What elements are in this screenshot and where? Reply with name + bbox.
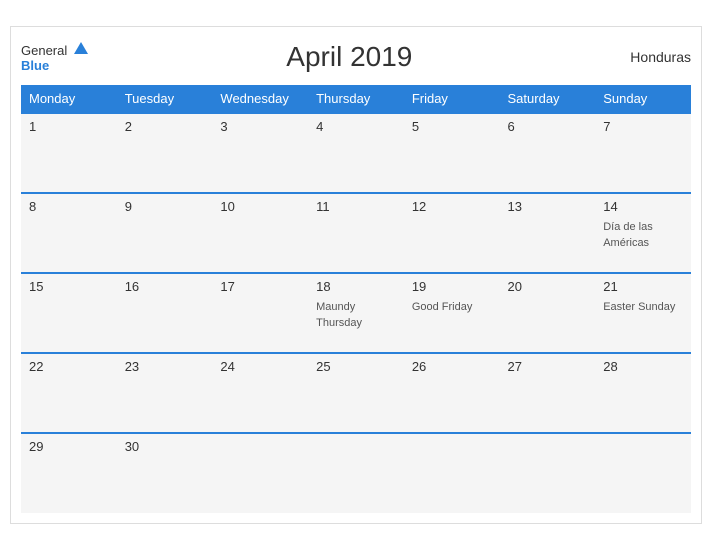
day-cell (404, 433, 500, 513)
day-number: 19 (412, 279, 492, 294)
day-cell: 22 (21, 353, 117, 433)
calendar-country: Honduras (611, 49, 691, 65)
day-number: 27 (508, 359, 588, 374)
day-cell: 15 (21, 273, 117, 353)
header-monday: Monday (21, 85, 117, 113)
day-cell: 4 (308, 113, 404, 193)
day-cell (500, 433, 596, 513)
logo-triangle-icon (74, 42, 88, 54)
day-number: 16 (125, 279, 205, 294)
day-cell: 30 (117, 433, 213, 513)
header-friday: Friday (404, 85, 500, 113)
day-number: 23 (125, 359, 205, 374)
calendar-wrapper: General Blue April 2019 Honduras Monday … (10, 26, 702, 524)
week-row-5: 29 30 (21, 433, 691, 513)
day-cell: 5 (404, 113, 500, 193)
header-tuesday: Tuesday (117, 85, 213, 113)
header-sunday: Sunday (595, 85, 691, 113)
day-number: 10 (220, 199, 300, 214)
day-cell: 21 Easter Sunday (595, 273, 691, 353)
day-number: 24 (220, 359, 300, 374)
day-cell: 19 Good Friday (404, 273, 500, 353)
logo-blue-text: Blue (21, 59, 88, 72)
day-cell: 25 (308, 353, 404, 433)
day-cell: 24 (212, 353, 308, 433)
day-number: 4 (316, 119, 396, 134)
day-number: 20 (508, 279, 588, 294)
event-label: Día de las Américas (603, 221, 653, 249)
day-cell: 1 (21, 113, 117, 193)
day-number: 26 (412, 359, 492, 374)
day-number: 3 (220, 119, 300, 134)
day-number: 29 (29, 439, 109, 454)
day-number: 30 (125, 439, 205, 454)
day-number: 5 (412, 119, 492, 134)
day-number: 13 (508, 199, 588, 214)
day-number: 8 (29, 199, 109, 214)
calendar-table: Monday Tuesday Wednesday Thursday Friday… (21, 85, 691, 513)
day-cell: 9 (117, 193, 213, 273)
day-number: 6 (508, 119, 588, 134)
day-number: 21 (603, 279, 683, 294)
day-cell: 28 (595, 353, 691, 433)
header-thursday: Thursday (308, 85, 404, 113)
day-number: 18 (316, 279, 396, 294)
day-cell: 27 (500, 353, 596, 433)
day-cell: 3 (212, 113, 308, 193)
logo: General Blue (21, 43, 88, 72)
day-cell: 17 (212, 273, 308, 353)
day-cell: 20 (500, 273, 596, 353)
day-number: 2 (125, 119, 205, 134)
day-number: 12 (412, 199, 492, 214)
day-cell (595, 433, 691, 513)
day-cell (212, 433, 308, 513)
day-number: 15 (29, 279, 109, 294)
day-cell: 13 (500, 193, 596, 273)
day-number: 7 (603, 119, 683, 134)
day-cell: 18 Maundy Thursday (308, 273, 404, 353)
day-cell: 26 (404, 353, 500, 433)
header-saturday: Saturday (500, 85, 596, 113)
day-cell: 12 (404, 193, 500, 273)
day-cell: 29 (21, 433, 117, 513)
day-cell: 6 (500, 113, 596, 193)
week-row-2: 8 9 10 11 12 13 14 Día de las Américas (21, 193, 691, 273)
day-number: 22 (29, 359, 109, 374)
week-row-4: 22 23 24 25 26 27 28 (21, 353, 691, 433)
day-number: 11 (316, 199, 396, 214)
day-cell: 7 (595, 113, 691, 193)
day-number: 14 (603, 199, 683, 214)
day-cell: 2 (117, 113, 213, 193)
event-label: Easter Sunday (603, 301, 675, 313)
day-number: 9 (125, 199, 205, 214)
logo-general: General (21, 43, 88, 59)
week-row-1: 1234567 (21, 113, 691, 193)
day-cell (308, 433, 404, 513)
header-wednesday: Wednesday (212, 85, 308, 113)
day-cell: 8 (21, 193, 117, 273)
event-label: Maundy Thursday (316, 301, 362, 329)
day-number: 28 (603, 359, 683, 374)
day-number: 1 (29, 119, 109, 134)
day-number: 25 (316, 359, 396, 374)
day-cell: 14 Día de las Américas (595, 193, 691, 273)
day-cell: 16 (117, 273, 213, 353)
logo-general-text: General (21, 43, 67, 58)
day-cell: 10 (212, 193, 308, 273)
day-cell: 11 (308, 193, 404, 273)
event-label: Good Friday (412, 301, 473, 313)
calendar-header: General Blue April 2019 Honduras (21, 37, 691, 77)
calendar-title: April 2019 (88, 41, 611, 73)
day-cell: 23 (117, 353, 213, 433)
weekday-header-row: Monday Tuesday Wednesday Thursday Friday… (21, 85, 691, 113)
day-number: 17 (220, 279, 300, 294)
week-row-3: 15 16 17 18 Maundy Thursday 19 Good Friday 20 21… (21, 273, 691, 353)
